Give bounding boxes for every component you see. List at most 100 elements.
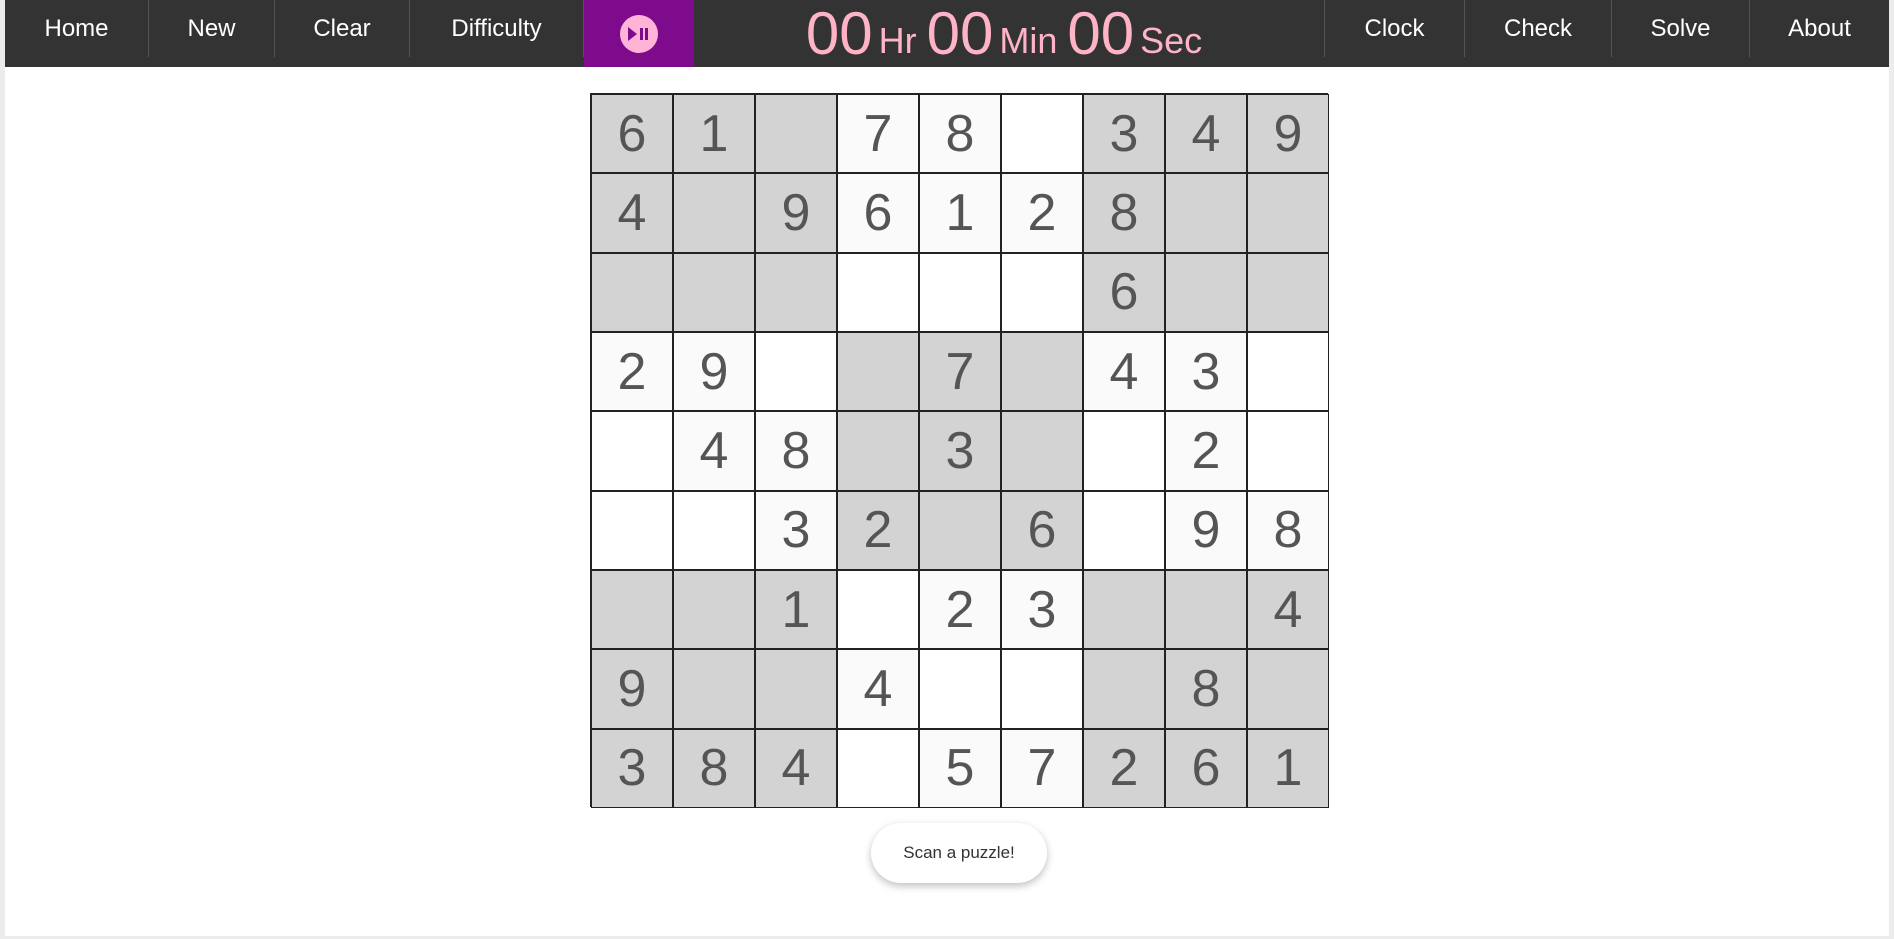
home-button[interactable]: Home: [5, 0, 149, 57]
sudoku-cell[interactable]: 2: [1001, 173, 1083, 253]
sudoku-cell[interactable]: [673, 490, 755, 570]
sudoku-cell[interactable]: 3: [755, 490, 837, 570]
play-pause-icon: [620, 14, 658, 53]
sudoku-cell[interactable]: [1001, 252, 1083, 332]
sudoku-cell[interactable]: 3: [591, 728, 673, 808]
sudoku-cell[interactable]: [591, 411, 673, 491]
sudoku-cell[interactable]: [1165, 252, 1247, 332]
sudoku-cell[interactable]: 4: [1247, 569, 1329, 650]
sudoku-cell[interactable]: 9: [755, 173, 837, 253]
sudoku-cell[interactable]: 7: [919, 331, 1001, 412]
sudoku-cell[interactable]: 8: [755, 411, 837, 491]
sudoku-cell[interactable]: 8: [1247, 490, 1329, 570]
timer-hours: 00: [805, 0, 873, 67]
timer-seconds: 00: [1067, 0, 1135, 67]
difficulty-button[interactable]: Difficulty: [410, 0, 584, 57]
sudoku-cell[interactable]: 6: [591, 94, 673, 174]
sudoku-cell[interactable]: 2: [837, 490, 919, 570]
sudoku-cell[interactable]: 2: [919, 569, 1001, 650]
sudoku-cell[interactable]: 2: [591, 331, 673, 412]
sudoku-cell[interactable]: [755, 331, 837, 412]
sudoku-cell[interactable]: [673, 252, 755, 332]
sudoku-cell[interactable]: [755, 649, 837, 729]
sudoku-cell[interactable]: 7: [837, 94, 919, 174]
sudoku-cell[interactable]: 1: [755, 569, 837, 650]
sudoku-cell[interactable]: [1001, 94, 1083, 174]
sudoku-cell[interactable]: [1165, 173, 1247, 253]
sudoku-cell[interactable]: 6: [1165, 728, 1247, 808]
sudoku-cell[interactable]: [1001, 649, 1083, 729]
sudoku-cell[interactable]: [1083, 490, 1165, 570]
sudoku-cell[interactable]: 8: [919, 94, 1001, 174]
sudoku-cell[interactable]: [673, 569, 755, 650]
sudoku-cell[interactable]: 3: [919, 411, 1001, 491]
sudoku-cell[interactable]: 8: [673, 728, 755, 808]
sudoku-cell[interactable]: [673, 649, 755, 729]
check-button[interactable]: Check: [1464, 0, 1611, 57]
sudoku-cell[interactable]: 4: [1083, 331, 1165, 412]
sudoku-cell[interactable]: [1001, 331, 1083, 412]
sudoku-cell[interactable]: [591, 569, 673, 650]
sudoku-cell[interactable]: [1247, 331, 1329, 412]
sudoku-cell[interactable]: 9: [591, 649, 673, 729]
timer-seconds-label: Sec: [1140, 19, 1203, 61]
sudoku-cell[interactable]: [1247, 252, 1329, 332]
clock-button[interactable]: Clock: [1324, 0, 1464, 57]
sudoku-cell[interactable]: 3: [1165, 331, 1247, 412]
sudoku-cell[interactable]: 1: [919, 173, 1001, 253]
sudoku-cell[interactable]: [1083, 569, 1165, 650]
timer-minutes: 00: [926, 0, 994, 67]
sudoku-cell[interactable]: [755, 94, 837, 174]
solve-button[interactable]: Solve: [1611, 0, 1749, 57]
timer-hours-label: Hr: [878, 19, 917, 61]
sudoku-cell[interactable]: 8: [1083, 173, 1165, 253]
sudoku-cell[interactable]: 1: [1247, 728, 1329, 808]
sudoku-cell[interactable]: 3: [1083, 94, 1165, 174]
sudoku-cell[interactable]: 9: [1247, 94, 1329, 174]
sudoku-cell[interactable]: 2: [1165, 411, 1247, 491]
sudoku-cell[interactable]: [673, 173, 755, 253]
top-navbar: Home New Clear Difficulty 00 Hr 00 Min 0…: [5, 0, 1889, 67]
sudoku-cell[interactable]: 8: [1165, 649, 1247, 729]
sudoku-cell[interactable]: [1083, 649, 1165, 729]
sudoku-cell[interactable]: 6: [1083, 252, 1165, 332]
sudoku-cell[interactable]: [1083, 411, 1165, 491]
sudoku-cell[interactable]: [1165, 569, 1247, 650]
sudoku-cell[interactable]: [1247, 649, 1329, 729]
sudoku-cell[interactable]: 2: [1083, 728, 1165, 808]
sudoku-cell[interactable]: [837, 569, 919, 650]
sudoku-cell[interactable]: 9: [673, 331, 755, 412]
sudoku-cell[interactable]: 4: [1165, 94, 1247, 174]
sudoku-cell[interactable]: [1247, 411, 1329, 491]
game-timer: 00 Hr 00 Min 00 Sec: [694, 0, 1324, 67]
sudoku-cell[interactable]: 3: [1001, 569, 1083, 650]
sudoku-cell[interactable]: [1001, 411, 1083, 491]
sudoku-cell[interactable]: 6: [837, 173, 919, 253]
sudoku-cell[interactable]: [837, 331, 919, 412]
sudoku-cell[interactable]: 4: [591, 173, 673, 253]
sudoku-cell[interactable]: [919, 649, 1001, 729]
sudoku-cell[interactable]: [919, 252, 1001, 332]
sudoku-cell[interactable]: 7: [1001, 728, 1083, 808]
new-button[interactable]: New: [149, 0, 275, 57]
sudoku-cell[interactable]: 4: [755, 728, 837, 808]
sudoku-cell[interactable]: [919, 490, 1001, 570]
sudoku-cell[interactable]: [591, 252, 673, 332]
sudoku-cell[interactable]: 9: [1165, 490, 1247, 570]
sudoku-cell[interactable]: [755, 252, 837, 332]
sudoku-cell[interactable]: [1247, 173, 1329, 253]
sudoku-cell[interactable]: 5: [919, 728, 1001, 808]
sudoku-cell[interactable]: 1: [673, 94, 755, 174]
sudoku-cell[interactable]: [837, 252, 919, 332]
sudoku-cell[interactable]: [837, 411, 919, 491]
clear-button[interactable]: Clear: [275, 0, 410, 57]
sudoku-cell[interactable]: 4: [837, 649, 919, 729]
sudoku-cell[interactable]: 4: [673, 411, 755, 491]
sudoku-cell[interactable]: [837, 728, 919, 808]
sudoku-cell[interactable]: [591, 490, 673, 570]
timer-minutes-label: Min: [999, 19, 1058, 61]
about-button[interactable]: About: [1749, 0, 1889, 57]
play-pause-button[interactable]: [584, 0, 694, 67]
scan-puzzle-button[interactable]: Scan a puzzle!: [871, 823, 1047, 883]
sudoku-cell[interactable]: 6: [1001, 490, 1083, 570]
